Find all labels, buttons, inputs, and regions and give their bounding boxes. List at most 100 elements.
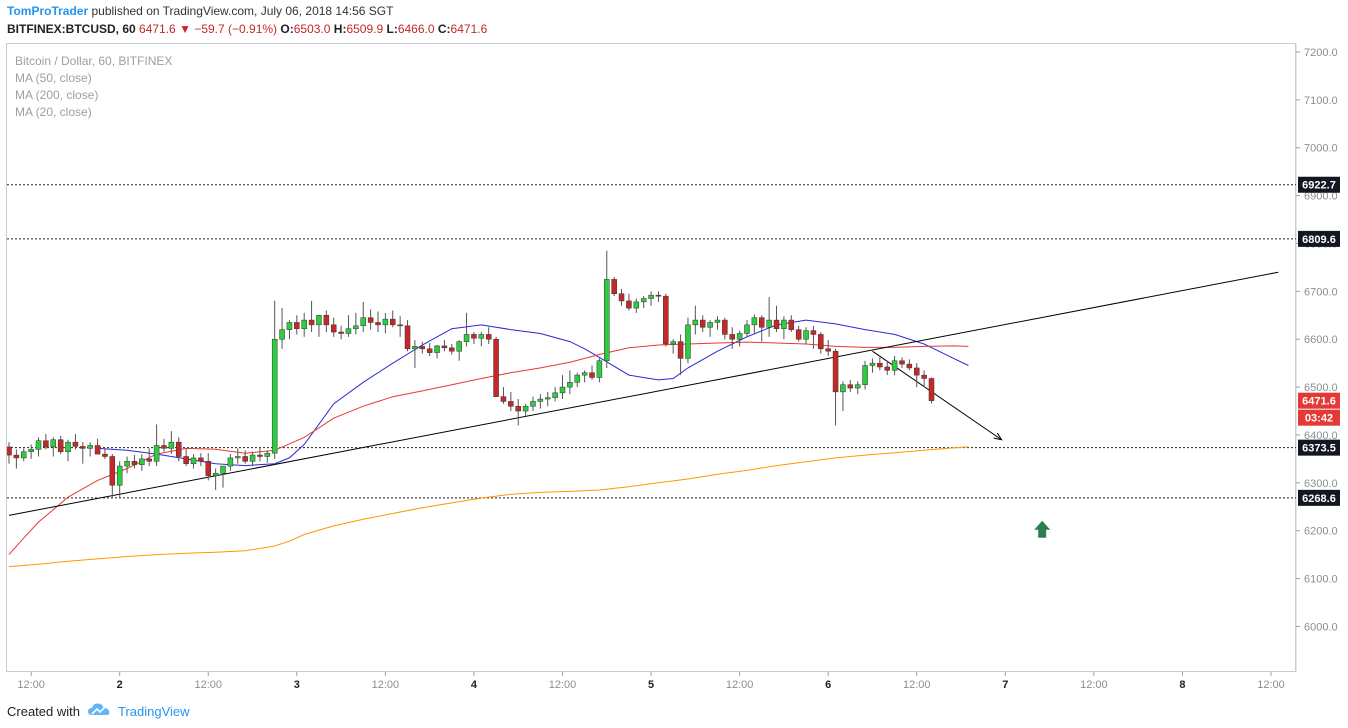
candle: [330, 317, 337, 337]
candle: [795, 325, 802, 342]
candle: [537, 394, 544, 409]
candle: [921, 370, 927, 388]
candle: [220, 465, 226, 488]
candle: [80, 442, 86, 464]
candle: [677, 334, 684, 376]
candle: [744, 320, 750, 337]
trendline[interactable]: [8, 271, 1279, 516]
candle: [847, 379, 854, 392]
trend-drawings: [8, 271, 1279, 516]
time-tick-label: 12:00: [903, 679, 931, 691]
candle: [426, 343, 433, 356]
candle: [434, 344, 440, 359]
candle: [35, 437, 42, 457]
candle: [862, 360, 868, 390]
candle: [581, 370, 588, 383]
price-chart[interactable]: 7200.07100.07000.06900.06800.06700.06600…: [0, 0, 1348, 728]
candle: [13, 449, 20, 469]
candle: [345, 315, 352, 337]
candle: [375, 311, 381, 333]
price-tick-label: 6100.0: [1304, 574, 1338, 586]
candle: [906, 359, 913, 371]
candle: [899, 357, 905, 368]
candle: [751, 314, 758, 335]
time-tick-label: 12:00: [1080, 679, 1108, 691]
footer: Created with TradingView: [7, 703, 190, 720]
time-axis[interactable]: 12:00 2 12:00 3 12:00 4 12:00 5 12:00 6 12:00 7 12:0…: [17, 672, 1285, 691]
price-axis[interactable]: 7200.07100.07000.06900.06800.06700.06600…: [1296, 47, 1338, 633]
candle: [360, 301, 366, 333]
candle: [456, 340, 462, 361]
candle: [441, 340, 448, 352]
candle: [781, 316, 787, 340]
time-tick-label: 6: [825, 679, 831, 691]
candle: [235, 448, 241, 464]
down-arrow-line[interactable]: [872, 350, 1002, 441]
candle: [928, 377, 935, 404]
time-tick-label: 12:00: [1257, 679, 1285, 691]
tradingview-cloud-icon[interactable]: [87, 703, 112, 720]
candle: [249, 451, 256, 467]
price-tick-label: 7100.0: [1304, 95, 1338, 107]
candle: [390, 310, 396, 328]
level-badge-3: 6268.6: [1298, 489, 1340, 506]
time-tick-label: 4: [471, 679, 478, 691]
candle: [271, 300, 278, 459]
candle: [766, 297, 772, 337]
candle: [559, 375, 566, 400]
candle: [648, 291, 654, 306]
candle: [471, 332, 477, 345]
candle: [367, 309, 374, 330]
candles: [7, 250, 935, 498]
candle: [279, 308, 285, 349]
candle: [7, 442, 12, 464]
candle: [449, 344, 455, 355]
candle: [190, 454, 197, 469]
legend-ma20[interactable]: MA (20, close): [15, 104, 172, 121]
moving-averages: [8, 319, 969, 568]
candle: [670, 339, 676, 354]
price-tick-label: 6000.0: [1304, 621, 1338, 633]
tradingview-brand-link[interactable]: TradingView: [118, 704, 190, 719]
price-tick-label: 7000.0: [1304, 143, 1338, 155]
candle: [832, 348, 839, 426]
candle: [522, 403, 529, 416]
candle: [633, 298, 640, 313]
candle: [242, 450, 248, 464]
candle: [21, 448, 27, 462]
candle: [382, 312, 389, 334]
candle: [722, 317, 728, 340]
candle: [618, 288, 625, 306]
price-tick-label: 6300.0: [1304, 478, 1338, 490]
candle: [493, 336, 499, 397]
candle: [825, 340, 831, 356]
candle: [500, 387, 507, 404]
legend-ma50[interactable]: MA (50, close): [15, 70, 172, 87]
candle: [87, 442, 93, 457]
candle: [685, 317, 691, 364]
legend-title[interactable]: Bitcoin / Dollar, 60, BITFINEX: [15, 53, 172, 70]
level-badge-2: 6373.5: [1298, 439, 1340, 456]
candle: [463, 312, 470, 347]
candle: [50, 437, 57, 457]
candle: [139, 454, 145, 471]
candle: [611, 276, 617, 297]
candle: [854, 381, 861, 395]
candle: [478, 332, 485, 347]
time-tick-label: 12:00: [549, 679, 577, 691]
candle: [353, 312, 359, 335]
legend-ma200[interactable]: MA (200, close): [15, 87, 172, 104]
candle: [530, 396, 536, 412]
candle: [869, 358, 876, 373]
candle: [131, 455, 138, 469]
price-tick-label: 6500.0: [1304, 382, 1338, 394]
time-tick-label: 7: [1002, 679, 1008, 691]
price-tick-label: 6700.0: [1304, 286, 1338, 298]
time-tick-label: 5: [648, 679, 654, 691]
svg-text:6922.7: 6922.7: [1302, 180, 1336, 192]
candle: [626, 293, 632, 311]
time-tick-label: 3: [294, 679, 300, 691]
candle: [227, 454, 234, 471]
level-badge-1: 6809.6: [1298, 230, 1340, 247]
candle: [205, 453, 212, 481]
